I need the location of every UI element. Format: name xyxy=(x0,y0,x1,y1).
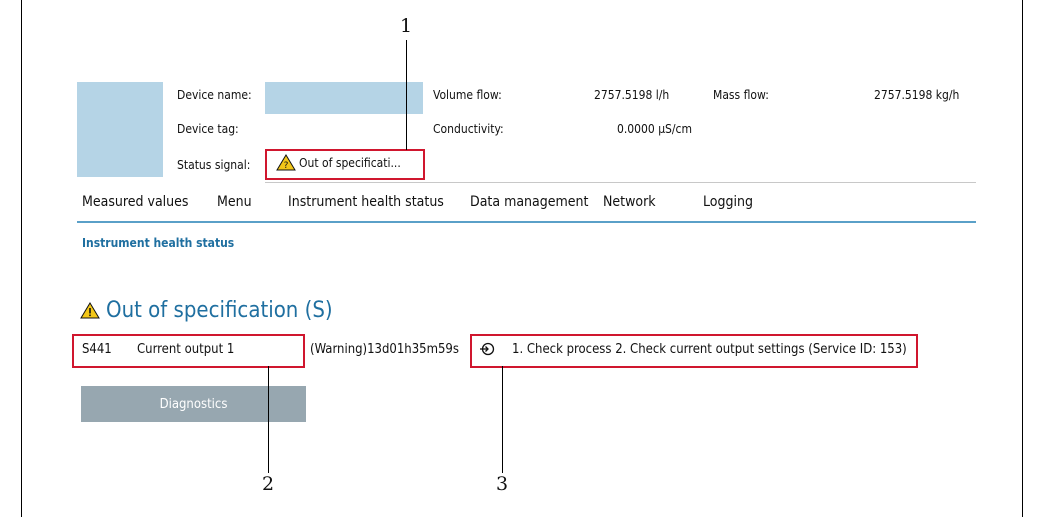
device-tag-label: Device tag: xyxy=(177,122,239,136)
volume-flow-label: Volume flow: xyxy=(433,88,502,102)
tab-measured-values[interactable]: Measured values xyxy=(82,194,188,210)
frame-right-border xyxy=(1022,0,1023,517)
header-divider xyxy=(265,182,976,183)
device-name-field xyxy=(265,82,423,114)
diagnostics-button[interactable]: Diagnostics xyxy=(81,386,306,422)
callout-label-2: 2 xyxy=(262,473,275,495)
frame-left-border xyxy=(21,0,22,517)
tab-logging[interactable]: Logging xyxy=(703,194,753,210)
callout-label-1: 1 xyxy=(400,15,413,37)
status-signal-label: Status signal: xyxy=(177,158,251,172)
mass-flow-value: 2757.5198 kg/h xyxy=(874,88,960,102)
tab-instrument-health-status[interactable]: Instrument health status xyxy=(288,194,444,210)
tab-network[interactable]: Network xyxy=(603,194,656,210)
device-logo-placeholder xyxy=(77,82,163,177)
callout-leader-1 xyxy=(406,40,407,150)
page-title-text: Out of specification (S) xyxy=(106,298,333,323)
callout-leader-3 xyxy=(502,366,503,473)
volume-flow-value: 2757.5198 l/h xyxy=(594,88,670,102)
breadcrumb[interactable]: Instrument health status xyxy=(82,236,234,250)
diagnostic-timestamp: (Warning)13d01h35m59s xyxy=(310,342,459,357)
tab-menu[interactable]: Menu xyxy=(217,194,252,210)
callout-leader-2 xyxy=(268,366,269,473)
warning-icon xyxy=(80,302,100,319)
conductivity-label: Conductivity: xyxy=(433,122,504,136)
device-name-label: Device name: xyxy=(177,88,252,102)
conductivity-value: 0.0000 µS/cm xyxy=(617,122,693,136)
callout-box-1 xyxy=(265,149,425,180)
callout-box-3 xyxy=(470,334,918,368)
tab-data-management[interactable]: Data management xyxy=(470,194,588,210)
mass-flow-label: Mass flow: xyxy=(713,88,769,102)
page-title: Out of specification (S) xyxy=(80,298,333,323)
tab-bar-underline xyxy=(77,221,976,223)
callout-box-2 xyxy=(72,334,305,368)
callout-label-3: 3 xyxy=(496,473,509,495)
